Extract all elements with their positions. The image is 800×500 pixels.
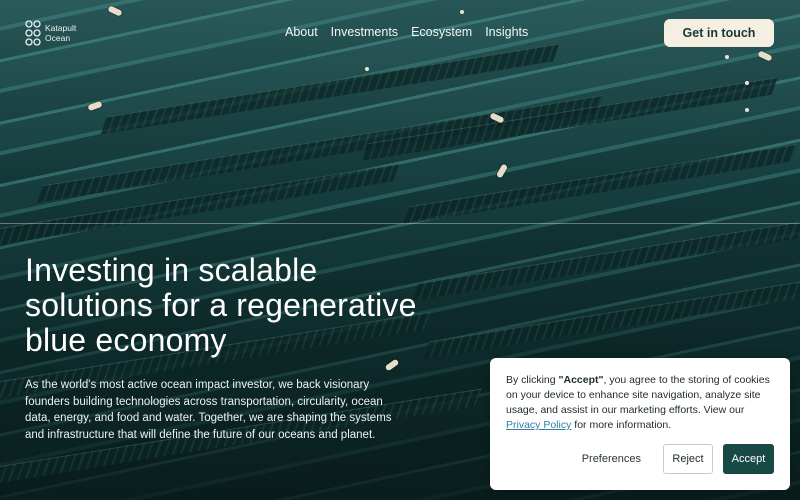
seaweed-farm-row (412, 217, 800, 301)
logo-wordmark: Katapult Ocean (45, 23, 76, 43)
cookie-actions: Preferences Reject Accept (570, 444, 774, 474)
cookie-accept-button[interactable]: Accept (723, 444, 774, 474)
buoy (745, 81, 749, 85)
cookie-text-after: for more information. (571, 419, 672, 431)
cookie-preferences-button[interactable]: Preferences (570, 453, 653, 465)
cookie-consent-banner: By clicking "Accept", you agree to the s… (490, 358, 790, 490)
privacy-policy-link[interactable]: Privacy Policy (506, 419, 571, 431)
buoy (745, 108, 749, 112)
hero-title: Investing in scalable solutions for a re… (25, 252, 417, 358)
nav-investments-link[interactable]: Investments (331, 25, 398, 39)
nav-insights-link[interactable]: Insights (485, 25, 528, 39)
get-in-touch-button[interactable]: Get in touch (664, 19, 774, 47)
katapult-ocean-logo-icon (25, 20, 41, 46)
boat (87, 100, 103, 112)
seaweed-farm-row (402, 143, 798, 225)
seaweed-farm-row (362, 77, 778, 161)
cookie-text-before: By clicking (506, 374, 559, 386)
hero-divider-line (0, 223, 800, 224)
logo[interactable]: Katapult Ocean (25, 20, 76, 46)
buoy (365, 67, 369, 71)
cookie-consent-text: By clicking "Accept", you agree to the s… (506, 373, 774, 433)
nav-ecosystem-link[interactable]: Ecosystem (411, 25, 472, 39)
main-nav: About Investments Ecosystem Insights (285, 25, 528, 39)
cookie-reject-button[interactable]: Reject (663, 444, 713, 474)
site-header: Katapult Ocean About Investments Ecosyst… (0, 0, 800, 66)
cookie-accept-quote: "Accept" (558, 374, 604, 386)
logo-line-1: Katapult (45, 23, 77, 33)
nav-about-link[interactable]: About (285, 25, 318, 39)
boat (495, 163, 509, 179)
hero-description: As the world's most active ocean impact … (25, 379, 392, 441)
seaweed-farm-row (422, 278, 800, 360)
seaweed-farm-row (0, 163, 400, 255)
boat (384, 358, 400, 372)
logo-line-2: Ocean (45, 33, 71, 43)
